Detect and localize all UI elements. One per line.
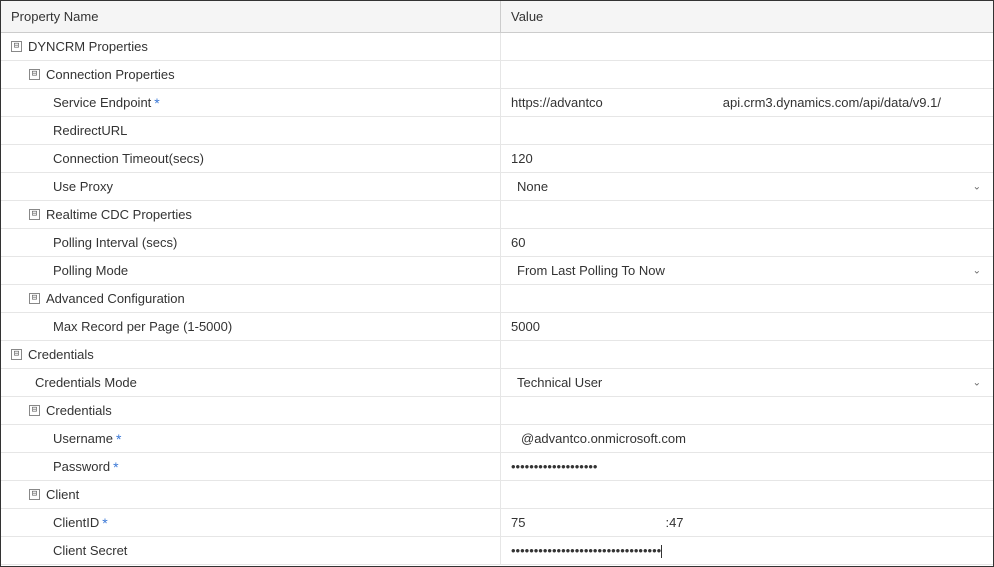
chevron-down-icon[interactable]: ⌄ [973, 265, 981, 276]
row-dyncrm-properties[interactable]: ⊟ DYNCRM Properties [1, 33, 993, 61]
value-max-record[interactable]: 5000 [501, 313, 993, 340]
value-connection-timeout[interactable]: 120 [501, 145, 993, 172]
row-redirect-url[interactable]: RedirectURL [1, 117, 993, 145]
required-icon: * [154, 95, 159, 111]
collapse-icon[interactable]: ⊟ [29, 209, 40, 220]
label-polling-interval: Polling Interval (secs) [53, 235, 177, 250]
required-icon: * [113, 459, 118, 475]
value-redirect-url[interactable] [501, 117, 993, 144]
required-icon: * [102, 515, 107, 531]
row-username[interactable]: Username * @advantco.onmicrosoft.com [1, 425, 993, 453]
label-client-id: ClientID [53, 515, 99, 530]
row-connection-timeout[interactable]: Connection Timeout(secs) 120 [1, 145, 993, 173]
label-advanced-config: Advanced Configuration [46, 291, 185, 306]
row-password[interactable]: Password * ••••••••••••••••••• [1, 453, 993, 481]
label-use-proxy: Use Proxy [53, 179, 113, 194]
value-use-proxy[interactable]: None ⌄ [501, 173, 993, 200]
value-client-id[interactable]: 75 :47 [501, 509, 993, 536]
property-table: Property Name Value ⊟ DYNCRM Properties … [0, 0, 994, 567]
value-client-secret[interactable]: ••••••••••••••••••••••••••••••••• [501, 537, 993, 564]
chevron-down-icon[interactable]: ⌄ [973, 377, 981, 388]
row-credentials-sub[interactable]: ⊟ Credentials [1, 397, 993, 425]
label-credentials-sub: Credentials [46, 403, 112, 418]
header-value: Value [501, 1, 993, 32]
value-password[interactable]: ••••••••••••••••••• [501, 453, 993, 480]
collapse-icon[interactable]: ⊟ [29, 69, 40, 80]
label-username: Username [53, 431, 113, 446]
label-max-record: Max Record per Page (1-5000) [53, 319, 232, 334]
row-use-proxy[interactable]: Use Proxy None ⌄ [1, 173, 993, 201]
chevron-down-icon[interactable]: ⌄ [973, 181, 981, 192]
row-polling-mode[interactable]: Polling Mode From Last Polling To Now ⌄ [1, 257, 993, 285]
label-polling-mode: Polling Mode [53, 263, 128, 278]
required-icon: * [116, 431, 121, 447]
label-redirect-url: RedirectURL [53, 123, 127, 138]
collapse-icon[interactable]: ⊟ [29, 405, 40, 416]
label-connection-timeout: Connection Timeout(secs) [53, 151, 204, 166]
value-service-endpoint[interactable]: https://advantco api.crm3.dynamics.com/a… [501, 89, 993, 116]
row-credentials-group[interactable]: ⊟ Credentials [1, 341, 993, 369]
collapse-icon[interactable]: ⊟ [29, 293, 40, 304]
label-service-endpoint: Service Endpoint [53, 95, 151, 110]
header-property-name: Property Name [1, 1, 501, 32]
label-realtime-cdc: Realtime CDC Properties [46, 207, 192, 222]
row-max-record[interactable]: Max Record per Page (1-5000) 5000 [1, 313, 993, 341]
row-realtime-cdc[interactable]: ⊟ Realtime CDC Properties [1, 201, 993, 229]
value-username[interactable]: @advantco.onmicrosoft.com [501, 425, 993, 452]
collapse-icon[interactable]: ⊟ [29, 489, 40, 500]
table-header: Property Name Value [1, 1, 993, 33]
row-client-id[interactable]: ClientID * 75 :47 [1, 509, 993, 537]
label-dyncrm-properties: DYNCRM Properties [28, 39, 148, 54]
row-client[interactable]: ⊟ Client [1, 481, 993, 509]
label-credentials-mode: Credentials Mode [35, 375, 137, 390]
collapse-icon[interactable]: ⊟ [11, 349, 22, 360]
collapse-icon[interactable]: ⊟ [11, 41, 22, 52]
row-client-secret[interactable]: Client Secret ••••••••••••••••••••••••••… [1, 537, 993, 565]
row-credentials-mode[interactable]: Credentials Mode Technical User ⌄ [1, 369, 993, 397]
label-client: Client [46, 487, 79, 502]
value-polling-mode[interactable]: From Last Polling To Now ⌄ [501, 257, 993, 284]
row-service-endpoint[interactable]: Service Endpoint * https://advantco api.… [1, 89, 993, 117]
label-connection-properties: Connection Properties [46, 67, 175, 82]
label-client-secret: Client Secret [53, 543, 127, 558]
row-polling-interval[interactable]: Polling Interval (secs) 60 [1, 229, 993, 257]
value-polling-interval[interactable]: 60 [501, 229, 993, 256]
label-password: Password [53, 459, 110, 474]
label-credentials-group: Credentials [28, 347, 94, 362]
row-advanced-config[interactable]: ⊟ Advanced Configuration [1, 285, 993, 313]
row-connection-properties[interactable]: ⊟ Connection Properties [1, 61, 993, 89]
value-credentials-mode[interactable]: Technical User ⌄ [501, 369, 993, 396]
